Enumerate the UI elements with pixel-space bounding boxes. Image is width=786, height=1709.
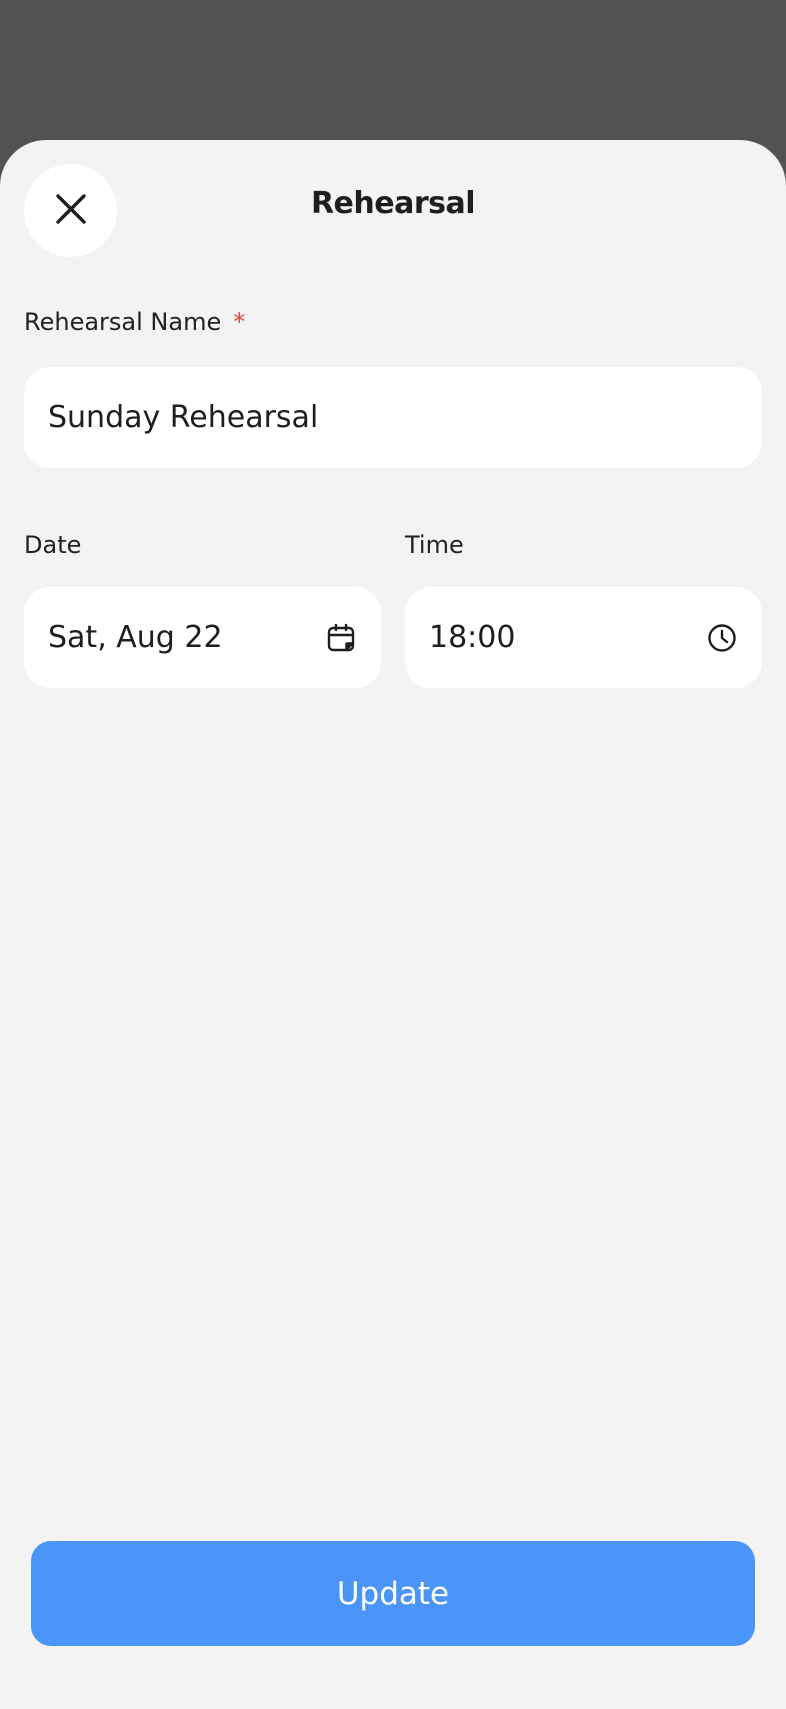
rehearsal-sheet: Rehearsal Rehearsal Name * Sunday Rehears…: [0, 140, 786, 1709]
time-value: 18:00: [429, 620, 516, 655]
update-button[interactable]: Update: [31, 1541, 755, 1646]
rehearsal-name-value: Sunday Rehearsal: [48, 400, 319, 435]
clock-icon: [706, 622, 738, 654]
rehearsal-name-label: Rehearsal Name *: [24, 308, 245, 336]
calendar-icon: [325, 622, 357, 654]
date-value: Sat, Aug 22: [48, 620, 223, 655]
required-marker: *: [233, 308, 246, 336]
time-label: Time: [405, 531, 464, 559]
date-label: Date: [24, 531, 82, 559]
rehearsal-name-field[interactable]: Sunday Rehearsal: [24, 367, 762, 468]
date-field[interactable]: Sat, Aug 22: [24, 587, 381, 688]
page-title: Rehearsal: [310, 186, 476, 221]
time-field[interactable]: 18:00: [405, 587, 762, 688]
rehearsal-name-label-text: Rehearsal Name: [24, 308, 222, 336]
